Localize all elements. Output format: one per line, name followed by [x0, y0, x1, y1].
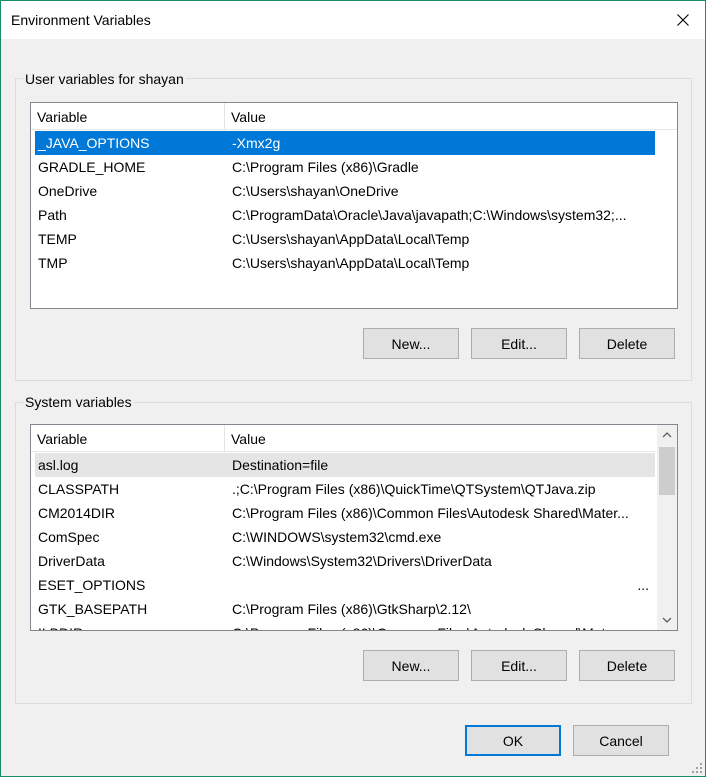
column-header-variable[interactable]: Variable [31, 103, 225, 129]
variable-name: GTK_BASEPATH [38, 601, 148, 617]
chevron-down-icon [662, 617, 672, 623]
table-row[interactable]: ILBDIR C:\Program Files (x86)\Common Fil… [35, 621, 655, 630]
variable-value: C:\Users\shayan\OneDrive [232, 183, 399, 199]
variable-name: Path [38, 207, 67, 223]
variable-value: C:\Program Files (x86)\Common Files\Auto… [232, 505, 629, 521]
variable-name: CLASSPATH [38, 481, 120, 497]
variable-value: C:\WINDOWS\system32\cmd.exe [232, 529, 442, 545]
variable-name: TMP [38, 255, 68, 271]
table-row[interactable]: TEMP C:\Users\shayan\AppData\Local\Temp [35, 227, 655, 251]
variable-name: TEMP [38, 231, 77, 247]
variable-name: _JAVA_OPTIONS [38, 135, 150, 151]
table-row[interactable]: TMP C:\Users\shayan\AppData\Local\Temp [35, 251, 655, 275]
variable-name: DriverData [38, 553, 105, 569]
cancel-button[interactable]: Cancel [573, 725, 669, 756]
table-row[interactable]: ESET_OPTIONS ... [35, 573, 655, 597]
resize-grip-icon[interactable] [691, 762, 703, 774]
variable-name: GRADLE_HOME [38, 159, 146, 175]
column-header-value[interactable]: Value [225, 425, 657, 451]
user-edit-button[interactable]: Edit... [471, 328, 567, 359]
variable-value: C:\Program Files (x86)\Common Files\Auto… [229, 621, 655, 630]
vertical-scrollbar[interactable] [657, 425, 677, 630]
user-variables-label: User variables for shayan [23, 71, 186, 87]
scrollbar-thumb[interactable] [659, 447, 675, 495]
variable-name: ComSpec [38, 529, 100, 545]
table-row[interactable]: Path C:\ProgramData\Oracle\Java\javapath… [35, 203, 655, 227]
table-row[interactable]: DriverData C:\Windows\System32\Drivers\D… [35, 549, 655, 573]
system-edit-button[interactable]: Edit... [471, 650, 567, 681]
scroll-down-button[interactable] [657, 610, 677, 630]
table-row[interactable]: asl.log Destination=file [35, 453, 655, 477]
table-row[interactable]: CM2014DIR C:\Program Files (x86)\Common … [35, 501, 655, 525]
scroll-up-button[interactable] [657, 425, 677, 445]
variable-value: C:\Program Files (x86)\Gradle [232, 159, 419, 175]
user-variables-list[interactable]: Variable Value _JAVA_OPTIONS -Xmx2g GRAD… [30, 102, 678, 309]
variable-value: ... [637, 577, 649, 593]
column-header-value[interactable]: Value [225, 103, 677, 129]
variable-name: ILBDIR [35, 621, 229, 630]
variable-value: -Xmx2g [232, 135, 281, 151]
variable-value: .;C:\Program Files (x86)\QuickTime\QTSys… [232, 481, 596, 497]
table-row[interactable]: GTK_BASEPATH C:\Program Files (x86)\GtkS… [35, 597, 655, 621]
close-icon [677, 14, 689, 26]
variable-value: C:\ProgramData\Oracle\Java\javapath;C:\W… [232, 207, 627, 223]
variable-value: Destination=file [232, 457, 329, 473]
close-button[interactable] [661, 1, 705, 39]
list-header: Variable Value [31, 103, 677, 130]
ok-button[interactable]: OK [465, 725, 561, 756]
table-row[interactable]: OneDrive C:\Users\shayan\OneDrive [35, 179, 655, 203]
variable-name: ESET_OPTIONS [38, 577, 146, 593]
list-header: Variable Value [31, 425, 657, 452]
variable-value: C:\Users\shayan\AppData\Local\Temp [232, 231, 470, 247]
variable-value: C:\Windows\System32\Drivers\DriverData [232, 553, 492, 569]
variable-name: OneDrive [38, 183, 98, 199]
user-delete-button[interactable]: Delete [579, 328, 675, 359]
chevron-up-icon [662, 432, 672, 438]
system-new-button[interactable]: New... [363, 650, 459, 681]
environment-variables-dialog: Environment Variables User variables for… [0, 0, 706, 777]
table-row[interactable]: ComSpec C:\WINDOWS\system32\cmd.exe [35, 525, 655, 549]
table-row[interactable]: GRADLE_HOME C:\Program Files (x86)\Gradl… [35, 155, 655, 179]
variable-name: CM2014DIR [38, 505, 116, 521]
variable-value: C:\Users\shayan\AppData\Local\Temp [232, 255, 470, 271]
window-title: Environment Variables [11, 12, 151, 28]
system-variables-label: System variables [23, 394, 134, 410]
title-bar[interactable]: Environment Variables [1, 1, 705, 39]
user-new-button[interactable]: New... [363, 328, 459, 359]
table-row[interactable]: CLASSPATH .;C:\Program Files (x86)\Quick… [35, 477, 655, 501]
table-row[interactable]: _JAVA_OPTIONS -Xmx2g [35, 131, 655, 155]
variable-name: asl.log [38, 457, 79, 473]
variable-value: C:\Program Files (x86)\GtkSharp\2.12\ [232, 601, 471, 617]
system-variables-list[interactable]: Variable Value asl.log Destination=file … [30, 424, 678, 631]
system-delete-button[interactable]: Delete [579, 650, 675, 681]
column-header-variable[interactable]: Variable [31, 425, 225, 451]
